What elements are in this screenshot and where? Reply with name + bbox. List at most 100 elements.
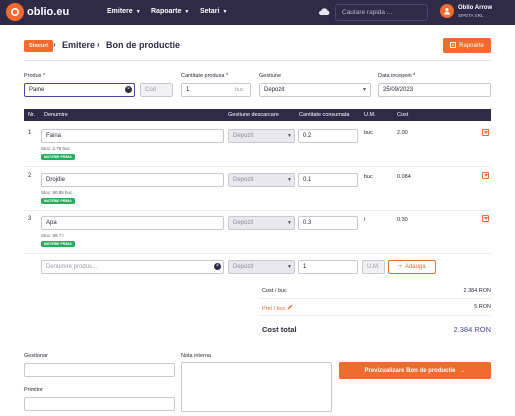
clear-icon[interactable]: × bbox=[214, 263, 221, 270]
header-divider bbox=[24, 60, 491, 61]
th-denumire: Denumire bbox=[44, 112, 68, 118]
row-divider bbox=[24, 210, 491, 211]
nav-emitere[interactable]: Emitere ▼ bbox=[107, 8, 141, 15]
rapoarte-label: Rapoarte bbox=[459, 42, 484, 49]
row-gestiune-select[interactable]: Depozit bbox=[228, 129, 295, 143]
gestiune-label: Gestiune bbox=[259, 73, 282, 79]
table-header: Nr. Denumire Gestiune descarcare Cantita… bbox=[24, 109, 491, 121]
chevron-down-icon: ▼ bbox=[222, 8, 228, 15]
cost-total-label: Cost total bbox=[262, 325, 297, 334]
totals-divider bbox=[258, 315, 491, 316]
pret-buc-text: Pret / buc bbox=[262, 306, 286, 312]
chevron-down-icon: ▼ bbox=[135, 8, 141, 15]
nav-rapoarte[interactable]: Rapoarte ▼ bbox=[151, 8, 189, 15]
cod-input[interactable]: Cod bbox=[140, 83, 173, 97]
data-inceperii-label: Data inceperii * bbox=[378, 73, 416, 79]
gestiune-select[interactable]: Depozit bbox=[259, 83, 371, 97]
produs-input[interactable]: Paine bbox=[24, 83, 135, 97]
breadcrumb-stocuri[interactable]: Stocuri bbox=[24, 40, 53, 52]
row-denumire-input[interactable]: Faina bbox=[41, 129, 224, 143]
th-nr: Nr. bbox=[28, 112, 36, 118]
row-gestiune-select[interactable]: Depozit bbox=[228, 216, 295, 230]
logo-icon bbox=[6, 3, 24, 21]
materie-prima-badge: MATERIE PRIMA bbox=[41, 154, 75, 160]
row-cantitate-input[interactable]: 0.2 bbox=[298, 129, 358, 143]
row-number: 1 bbox=[28, 130, 32, 136]
row-dropdown-icon[interactable] bbox=[482, 215, 489, 222]
breadcrumb-chevron-icon: › bbox=[97, 40, 100, 49]
row-divider bbox=[24, 253, 491, 254]
row-stoc: Stoc: 99.7 l bbox=[41, 233, 64, 238]
previzualizare-button[interactable]: Previzualizare Bon de productie → bbox=[339, 362, 491, 379]
plus-icon: + bbox=[398, 264, 402, 270]
row-dropdown-icon[interactable] bbox=[482, 129, 489, 136]
row-cost: 0.084 bbox=[397, 174, 411, 180]
breadcrumb-chevron-icon: › bbox=[53, 40, 56, 49]
logo-text: oblio.eu bbox=[27, 6, 70, 18]
row-number: 3 bbox=[28, 216, 32, 222]
chevron-down-icon: ▼ bbox=[362, 87, 367, 93]
row-cost: 2.00 bbox=[397, 130, 408, 136]
cost-buc-label: Cost / buc bbox=[262, 288, 287, 294]
new-cantitate-input[interactable]: 1 bbox=[298, 260, 358, 274]
nav-rapoarte-label: Rapoarte bbox=[151, 8, 182, 15]
report-icon bbox=[450, 41, 457, 50]
chevron-down-icon: ▼ bbox=[287, 220, 292, 226]
data-inceperii-input[interactable]: 25/09/2023 bbox=[378, 83, 491, 97]
th-um: U.M. bbox=[364, 112, 376, 118]
row-denumire-input[interactable]: Apa bbox=[41, 216, 224, 230]
previzualizare-label: Previzualizare Bon de productie bbox=[364, 367, 456, 374]
row-cost: 0.30 bbox=[397, 217, 408, 223]
primitor-input[interactable] bbox=[24, 397, 175, 411]
row-divider bbox=[24, 166, 491, 167]
pret-buc-value: 5 RON bbox=[474, 304, 491, 310]
chevron-down-icon: ▼ bbox=[287, 177, 292, 183]
row-gestiune-select[interactable]: Depozit bbox=[228, 173, 295, 187]
user-icon[interactable] bbox=[440, 4, 454, 18]
cost-total-value: 2.384 RON bbox=[453, 325, 491, 334]
th-cantitate: Cantitate consumata bbox=[299, 112, 350, 118]
row-dropdown-icon[interactable] bbox=[482, 172, 489, 179]
cantitate-produsa-label: Cantitate produsa * bbox=[181, 73, 229, 79]
nav-emitere-label: Emitere bbox=[107, 8, 133, 15]
search-input[interactable]: Cautare rapida ... bbox=[335, 4, 428, 21]
produs-label: Produs * bbox=[24, 73, 46, 79]
nav-setari-label: Setari bbox=[200, 8, 220, 15]
chevron-down-icon: ▼ bbox=[287, 264, 292, 270]
new-gestiune-select[interactable]: Depozit bbox=[228, 260, 295, 274]
row-um: l bbox=[364, 217, 366, 223]
row-um: buc bbox=[364, 130, 373, 136]
row-stoc: Stoc: 2.75 buc bbox=[41, 146, 70, 151]
row-cantitate-input[interactable]: 0.1 bbox=[298, 173, 358, 187]
adauga-label: Adauga bbox=[404, 264, 426, 270]
adauga-button[interactable]: + Adauga bbox=[388, 260, 436, 274]
clear-icon[interactable]: × bbox=[125, 86, 132, 93]
new-um-input[interactable]: U.M. bbox=[362, 260, 385, 274]
chevron-down-icon: ▼ bbox=[184, 8, 190, 15]
user-company: SIPETA SRL bbox=[458, 13, 484, 18]
nav-setari[interactable]: Setari ▼ bbox=[200, 8, 227, 15]
new-denumire-input[interactable]: Denumire produs... bbox=[41, 260, 224, 274]
th-gestiune: Gestiune descarcare bbox=[228, 112, 279, 118]
arrow-right-icon: → bbox=[459, 367, 466, 374]
breadcrumb-emitere[interactable]: Emitere bbox=[62, 40, 95, 50]
row-cantitate-input[interactable]: 0.3 bbox=[298, 216, 358, 230]
pencil-icon[interactable] bbox=[287, 304, 293, 312]
rapoarte-button[interactable]: Rapoarte bbox=[443, 38, 491, 53]
primitor-label: Primitor bbox=[24, 387, 43, 393]
materie-prima-badge: MATERIE PRIMA bbox=[41, 241, 75, 247]
totals-divider bbox=[258, 298, 491, 299]
cost-buc-value: 2.384 RON bbox=[463, 288, 491, 294]
row-um: buc bbox=[364, 174, 373, 180]
top-navbar: oblio.eu Emitere ▼ Rapoarte ▼ Setari ▼ Caut… bbox=[0, 0, 515, 25]
gestionar-input[interactable] bbox=[24, 363, 175, 377]
row-number: 2 bbox=[28, 173, 32, 179]
user-name[interactable]: Oblio Arrow bbox=[458, 5, 492, 11]
pret-buc-label[interactable]: Pret / buc bbox=[262, 304, 293, 312]
chevron-down-icon: ▼ bbox=[287, 133, 292, 139]
cantitate-unit: buc bbox=[235, 87, 244, 93]
row-denumire-input[interactable]: Drojdie bbox=[41, 173, 224, 187]
nota-interna-textarea[interactable] bbox=[181, 362, 332, 412]
app-logo[interactable]: oblio.eu bbox=[6, 3, 69, 21]
cloud-icon[interactable] bbox=[318, 7, 330, 18]
